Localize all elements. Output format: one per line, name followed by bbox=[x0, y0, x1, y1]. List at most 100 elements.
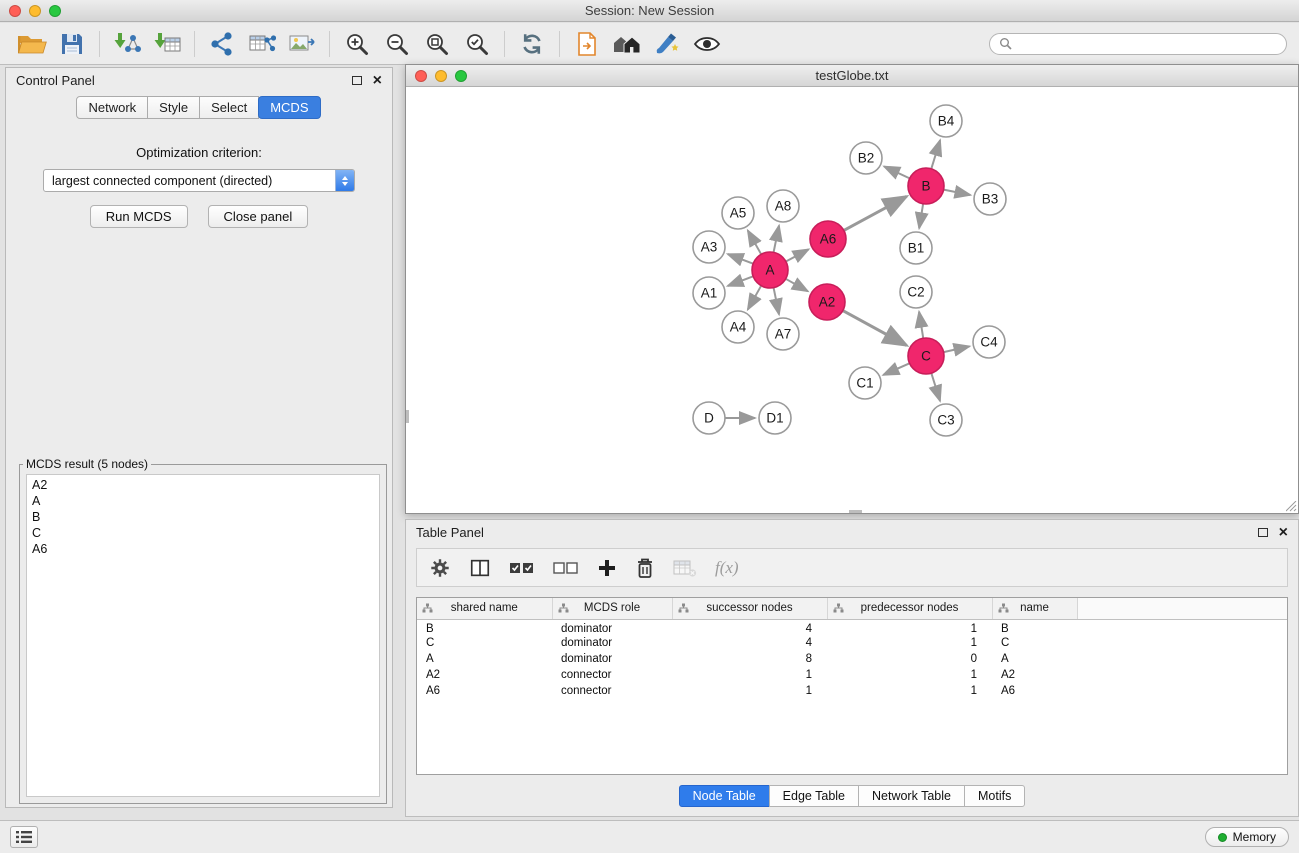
run-mcds-button[interactable]: Run MCDS bbox=[90, 205, 188, 228]
zoom-selected-button[interactable] bbox=[457, 26, 497, 62]
new-network-button[interactable] bbox=[202, 26, 242, 62]
graph-edge[interactable] bbox=[844, 196, 907, 230]
tab-node-table[interactable]: Node Table bbox=[679, 785, 770, 807]
table-settings-button[interactable] bbox=[429, 557, 451, 579]
table-row[interactable]: Adominator80A bbox=[417, 651, 1287, 667]
resize-handle-icon[interactable] bbox=[1286, 501, 1297, 512]
close-table-panel-icon[interactable]: × bbox=[1279, 525, 1288, 541]
zoom-fit-button[interactable] bbox=[417, 26, 457, 62]
maximize-network-window-button[interactable] bbox=[455, 70, 467, 82]
scroll-nub[interactable] bbox=[406, 410, 409, 423]
tab-network-table[interactable]: Network Table bbox=[858, 785, 965, 807]
graph-edge[interactable] bbox=[843, 311, 907, 346]
table-cell[interactable]: connector bbox=[552, 683, 672, 699]
table-cell[interactable]: 4 bbox=[672, 619, 827, 635]
table-cell[interactable]: 8 bbox=[672, 651, 827, 667]
table-cell[interactable]: A2 bbox=[992, 667, 1077, 683]
mcds-result-item[interactable]: A bbox=[32, 493, 374, 509]
table-cell[interactable]: B bbox=[417, 619, 552, 635]
session-file-button[interactable] bbox=[567, 26, 607, 62]
show-columns-button[interactable] bbox=[469, 557, 491, 579]
table-cell[interactable]: connector bbox=[552, 667, 672, 683]
float-panel-icon[interactable] bbox=[352, 76, 362, 85]
table-row[interactable]: Bdominator41B bbox=[417, 619, 1287, 635]
table-cell[interactable]: B bbox=[992, 619, 1077, 635]
graph-edge[interactable] bbox=[774, 288, 779, 315]
table-cell[interactable]: A6 bbox=[992, 683, 1077, 699]
graph-edge[interactable] bbox=[748, 230, 761, 254]
table-cell[interactable]: dominator bbox=[552, 619, 672, 635]
mcds-result-item[interactable]: C bbox=[32, 525, 374, 541]
select-all-button[interactable] bbox=[509, 558, 535, 578]
table-cell[interactable]: 1 bbox=[827, 667, 992, 683]
tab-network[interactable]: Network bbox=[76, 96, 148, 119]
table-cell[interactable]: 1 bbox=[672, 667, 827, 683]
table-cell[interactable]: 4 bbox=[672, 635, 827, 651]
table-cell[interactable]: 1 bbox=[827, 683, 992, 699]
import-table-from-file-button[interactable] bbox=[147, 26, 187, 62]
network-window-titlebar[interactable]: testGlobe.txt bbox=[406, 65, 1298, 87]
save-session-button[interactable] bbox=[52, 26, 92, 62]
table-cell[interactable]: C bbox=[992, 635, 1077, 651]
table-row[interactable]: A6connector11A6 bbox=[417, 683, 1287, 699]
table-cell[interactable]: dominator bbox=[552, 635, 672, 651]
sort-tree-icon[interactable] bbox=[678, 603, 689, 616]
mcds-result-item[interactable]: A6 bbox=[32, 541, 374, 557]
maximize-window-button[interactable] bbox=[49, 5, 61, 17]
graph-edge[interactable] bbox=[931, 140, 940, 169]
column-header[interactable]: predecessor nodes bbox=[827, 598, 992, 619]
graph-edge[interactable] bbox=[786, 279, 808, 291]
delete-rows-button[interactable] bbox=[635, 557, 655, 579]
close-panel-icon[interactable]: × bbox=[373, 73, 382, 89]
table-cell[interactable]: 1 bbox=[672, 683, 827, 699]
sort-tree-icon[interactable] bbox=[833, 603, 844, 616]
new-network-from-table-button[interactable] bbox=[242, 26, 282, 62]
table-row[interactable]: Cdominator41C bbox=[417, 635, 1287, 651]
add-row-button[interactable] bbox=[597, 558, 617, 578]
mcds-result-item[interactable]: A2 bbox=[32, 477, 374, 493]
float-table-panel-icon[interactable] bbox=[1258, 528, 1268, 537]
mcds-result-list[interactable]: A2ABCA6 bbox=[26, 474, 380, 797]
column-header[interactable]: successor nodes bbox=[672, 598, 827, 619]
column-header[interactable]: name bbox=[992, 598, 1077, 619]
tab-motifs[interactable]: Motifs bbox=[964, 785, 1025, 807]
table-cell[interactable]: 1 bbox=[827, 619, 992, 635]
search-input[interactable] bbox=[1017, 37, 1277, 51]
table-cell[interactable]: dominator bbox=[552, 651, 672, 667]
search-field[interactable] bbox=[989, 33, 1287, 55]
first-neighbors-button[interactable] bbox=[607, 26, 647, 62]
minimize-network-window-button[interactable] bbox=[435, 70, 447, 82]
show-panels-button[interactable] bbox=[10, 826, 38, 848]
network-canvas-area[interactable]: B4B2BB3A5A8A6A3B1AC2A1A2A4A7C4CC1C3DD1 bbox=[406, 88, 1298, 513]
column-header[interactable]: shared name bbox=[417, 598, 552, 619]
scroll-nub[interactable] bbox=[849, 510, 862, 513]
show-hide-button[interactable] bbox=[687, 26, 727, 62]
graph-edge[interactable] bbox=[884, 166, 910, 178]
tab-style[interactable]: Style bbox=[147, 96, 200, 119]
graph-edge[interactable] bbox=[728, 276, 753, 286]
graph-edge[interactable] bbox=[944, 346, 970, 352]
table-cell[interactable]: A bbox=[417, 651, 552, 667]
graph-edge[interactable] bbox=[931, 373, 940, 401]
network-canvas[interactable]: B4B2BB3A5A8A6A3B1AC2A1A2A4A7C4CC1C3DD1 bbox=[406, 88, 1298, 513]
open-file-button[interactable] bbox=[12, 26, 52, 62]
table-cell[interactable]: A bbox=[992, 651, 1077, 667]
graph-edge[interactable] bbox=[748, 286, 761, 310]
table-cell[interactable]: 1 bbox=[827, 635, 992, 651]
zoom-out-button[interactable] bbox=[377, 26, 417, 62]
tab-select[interactable]: Select bbox=[199, 96, 259, 119]
graph-edge[interactable] bbox=[786, 249, 809, 261]
apply-layout-button[interactable] bbox=[512, 26, 552, 62]
optimization-criterion-select[interactable]: largest connected component (directed) bbox=[43, 169, 355, 192]
sort-tree-icon[interactable] bbox=[558, 603, 569, 616]
graph-edge[interactable] bbox=[883, 363, 909, 375]
sort-tree-icon[interactable] bbox=[998, 603, 1009, 616]
table-row[interactable]: A2connector11A2 bbox=[417, 667, 1287, 683]
deselect-all-button[interactable] bbox=[553, 558, 579, 578]
graph-edge[interactable] bbox=[919, 312, 923, 338]
zoom-in-button[interactable] bbox=[337, 26, 377, 62]
table-cell[interactable]: C bbox=[417, 635, 552, 651]
graph-edge[interactable] bbox=[919, 204, 923, 228]
graph-edge[interactable] bbox=[944, 190, 971, 195]
table-cell[interactable]: A6 bbox=[417, 683, 552, 699]
